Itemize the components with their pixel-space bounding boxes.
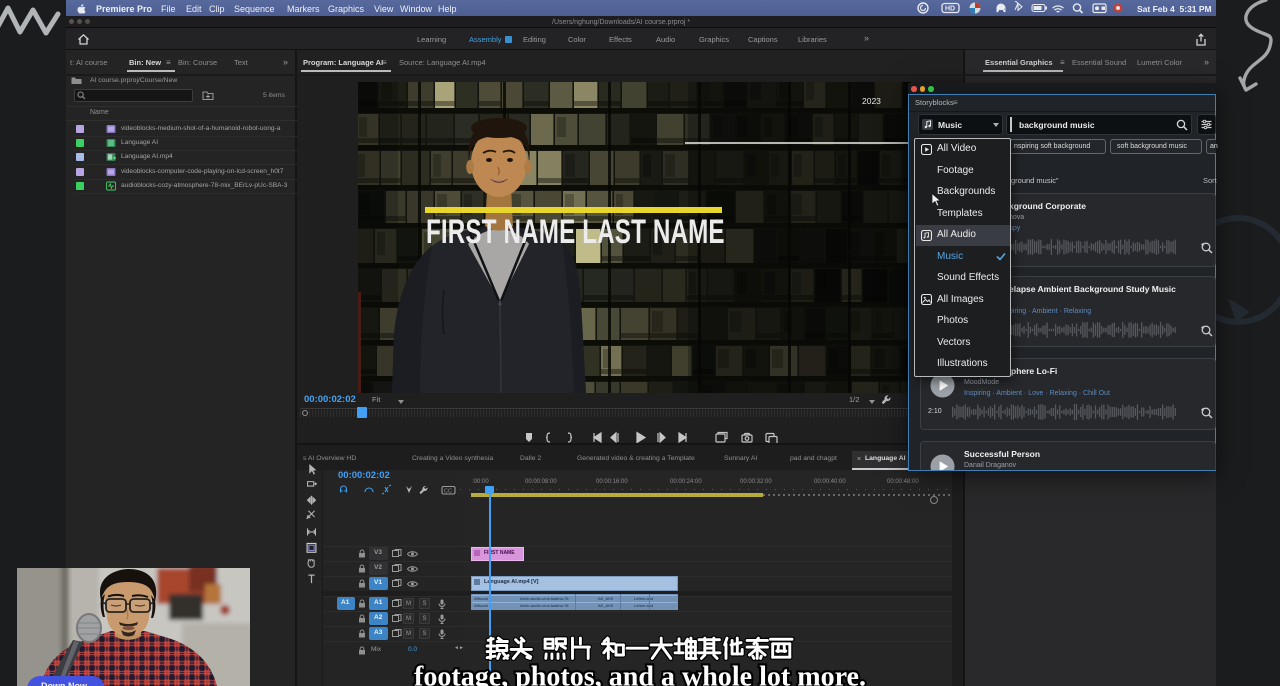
svg-text:footage, photos, and a whole l: footage, photos, and a whole lot more. [414, 662, 866, 686]
